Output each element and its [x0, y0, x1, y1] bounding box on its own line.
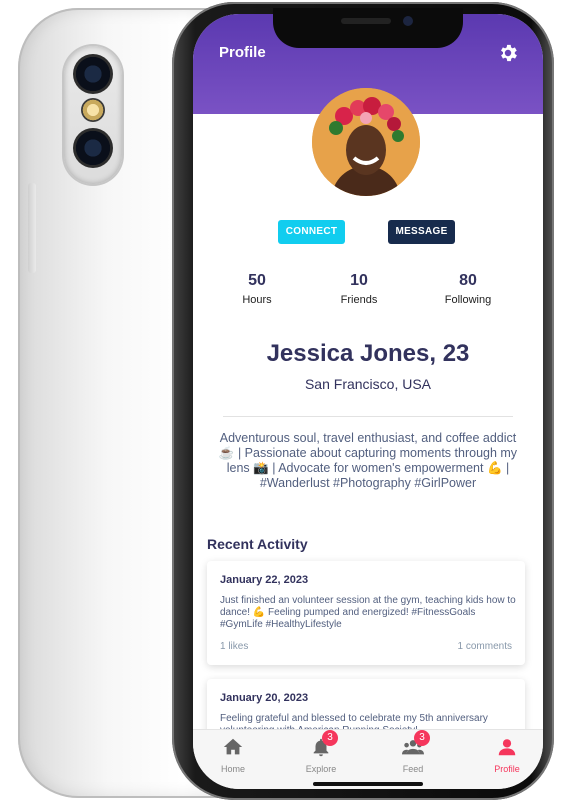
avatar: [312, 88, 420, 196]
likes-count[interactable]: 1 likes: [220, 641, 248, 652]
profile-name: Jessica Jones, 23: [266, 340, 470, 367]
flash-icon: [81, 98, 105, 122]
connect-button[interactable]: CONNECT: [278, 220, 345, 244]
profile-bio: Adventurous soul, travel enthusiast, and…: [218, 431, 518, 490]
stat-friends: 10 Friends: [319, 272, 399, 306]
gear-icon[interactable]: [497, 42, 519, 64]
stat-hours: 50 Hours: [217, 272, 297, 306]
divider: [223, 416, 513, 417]
tab-home[interactable]: Home: [203, 736, 263, 774]
camera-lens-icon: [73, 54, 113, 94]
notification-badge: 3: [322, 730, 338, 746]
tab-profile[interactable]: Profile: [477, 736, 537, 774]
comments-count[interactable]: 1 comments: [458, 641, 512, 652]
tab-label: Home: [220, 764, 245, 774]
side-button: [28, 183, 36, 273]
notification-badge: 3: [414, 730, 430, 746]
tab-label: Profile: [494, 764, 520, 774]
activity-card[interactable]: January 22, 2023 Just finished an volunt…: [207, 561, 525, 665]
stat-following: 80 Following: [428, 272, 508, 306]
tab-bar: Home 3 Explore 3 Feed Profile: [193, 729, 543, 789]
camera-lens-icon: [73, 128, 113, 168]
tab-label: Explore: [305, 764, 337, 774]
page-title: Profile: [219, 44, 266, 61]
tab-label: Feed: [402, 764, 424, 774]
tab-feed[interactable]: 3 Feed: [383, 730, 443, 774]
stat-value: 80: [459, 272, 477, 289]
speaker-grille: [341, 18, 391, 24]
activity-date: January 20, 2023: [220, 692, 309, 704]
message-button[interactable]: MESSAGE: [388, 220, 455, 244]
home-indicator: [313, 782, 423, 786]
stat-label: Following: [444, 294, 492, 306]
home-icon: [223, 738, 243, 755]
tab-explore[interactable]: 3 Explore: [291, 730, 351, 774]
stat-value: 10: [350, 272, 368, 289]
profile-location: San Francisco, USA: [304, 376, 432, 392]
stat-value: 50: [248, 272, 266, 289]
activity-date: January 22, 2023: [220, 574, 309, 586]
camera-module: [64, 46, 122, 184]
user-icon: [498, 739, 516, 756]
phone-screen: Profile CONNECT MESSAGE 50 Hours 10 Frie…: [193, 14, 543, 789]
stat-label: Hours: [242, 294, 272, 306]
section-title: Recent Activity: [207, 536, 308, 552]
stat-label: Friends: [340, 294, 378, 306]
front-camera-icon: [403, 16, 413, 26]
activity-text: Just finished an volunteer session at th…: [220, 595, 516, 630]
phone-notch: [273, 8, 463, 48]
